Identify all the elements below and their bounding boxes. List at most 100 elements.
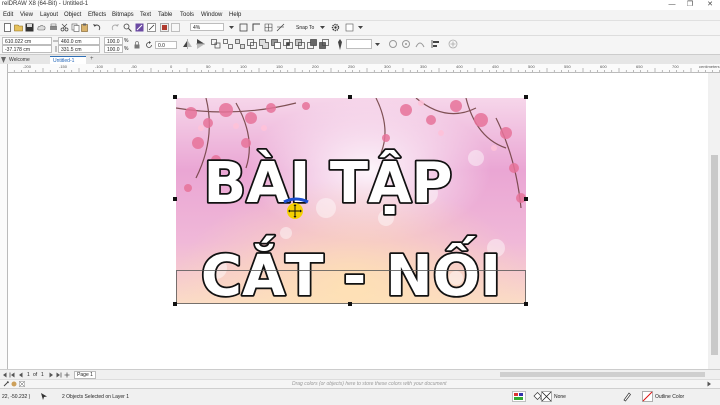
menu-layout[interactable]: Layout	[40, 12, 58, 18]
chevron-down-icon[interactable]	[318, 23, 327, 32]
horizontal-scroll-thumb[interactable]	[500, 372, 705, 377]
convert-curves-icon[interactable]	[415, 39, 425, 49]
back-minus-front-icon[interactable]	[319, 39, 329, 49]
save-icon[interactable]	[25, 23, 34, 32]
paste-icon[interactable]	[80, 23, 89, 32]
to-back-icon[interactable]	[401, 39, 411, 49]
current-page-number[interactable]: 1	[27, 372, 30, 378]
chevron-down-icon[interactable]	[227, 23, 236, 32]
outline-pen-icon[interactable]	[337, 39, 343, 50]
last-page-icon[interactable]	[56, 372, 62, 378]
group-icon[interactable]	[211, 39, 221, 49]
horizontal-ruler[interactable]: -200 -150 -100 -50 0 50 100 150 200 250 …	[7, 64, 720, 73]
rotate-icon	[146, 41, 152, 48]
weld-icon[interactable]	[259, 39, 269, 49]
selection-handle[interactable]	[173, 197, 177, 201]
cut-icon[interactable]	[60, 23, 69, 32]
previous-page-icon[interactable]	[18, 372, 24, 378]
selection-handle[interactable]	[173, 95, 177, 99]
eyedropper-icon[interactable]	[3, 381, 9, 387]
vertical-scroll-thumb[interactable]	[711, 155, 718, 355]
selection-handle[interactable]	[524, 95, 528, 99]
page-1-tab[interactable]: Page 1	[74, 371, 96, 379]
search-icon[interactable]	[123, 23, 132, 32]
first-page-icon[interactable]	[9, 372, 15, 378]
launch-icon[interactable]	[345, 23, 354, 32]
gear-icon[interactable]	[331, 23, 340, 32]
menu-text[interactable]: Text	[140, 12, 151, 18]
chevron-down-icon[interactable]	[374, 41, 381, 48]
export-icon[interactable]	[147, 23, 156, 32]
copy-icon[interactable]	[71, 23, 80, 32]
redo-icon[interactable]	[111, 23, 120, 32]
selection-handle[interactable]	[173, 302, 177, 306]
menu-table[interactable]: Table	[158, 12, 172, 18]
y-position-field[interactable]: -37.178 cm	[2, 45, 52, 53]
no-color-swatch-icon[interactable]	[19, 381, 25, 387]
minimize-button[interactable]: —	[666, 0, 678, 10]
menu-edit[interactable]: Edit	[3, 12, 13, 18]
restore-button[interactable]: ❐	[684, 0, 696, 10]
front-minus-back-icon[interactable]	[307, 39, 317, 49]
outline-width-field[interactable]	[346, 39, 372, 49]
vertical-ruler[interactable]	[0, 64, 8, 369]
menu-help[interactable]: Help	[229, 12, 241, 18]
publish-pdf-icon[interactable]	[160, 23, 169, 32]
ungroup-all-icon[interactable]	[235, 39, 245, 49]
align-distribute-icon[interactable]	[431, 39, 441, 49]
selected-bitmap[interactable]: BÀI TẬP CẮT - NỐI	[176, 98, 526, 304]
to-front-icon[interactable]	[388, 39, 398, 49]
width-field[interactable]: 460.0 cm	[58, 37, 100, 45]
cloud-icon[interactable]	[37, 23, 46, 32]
color-proof-icon[interactable]	[512, 391, 526, 402]
scale-width-field[interactable]: 100.0	[104, 37, 123, 45]
rulers-icon[interactable]	[252, 23, 261, 32]
chevron-down-icon[interactable]	[356, 23, 365, 32]
add-page-icon[interactable]	[64, 372, 70, 378]
simplify-icon[interactable]	[295, 39, 305, 49]
no-fill-swatch-icon[interactable]	[541, 391, 552, 402]
tab-untitled-1[interactable]: Untitled-1	[50, 56, 86, 64]
mirror-vertical-icon[interactable]	[196, 39, 205, 49]
menu-view[interactable]: View	[20, 12, 33, 18]
open-folder-icon[interactable]	[14, 23, 23, 32]
snap-to-dropdown[interactable]: Snap To	[296, 25, 314, 31]
selection-handle[interactable]	[348, 95, 352, 99]
combine-icon[interactable]	[247, 39, 257, 49]
new-document-icon[interactable]	[3, 23, 12, 32]
selection-handle[interactable]	[524, 197, 528, 201]
height-field[interactable]: 331.5 cm	[58, 45, 100, 53]
menu-object[interactable]: Object	[64, 12, 81, 18]
grid-icon[interactable]	[264, 23, 273, 32]
menu-effects[interactable]: Effects	[88, 12, 106, 18]
undo-icon[interactable]	[92, 23, 101, 32]
menu-tools[interactable]: Tools	[180, 12, 194, 18]
close-button[interactable]: ✕	[704, 0, 716, 10]
add-icon[interactable]	[448, 39, 458, 49]
selection-handle[interactable]	[524, 302, 528, 306]
outline-color-swatch-icon[interactable]	[642, 391, 653, 402]
app-launcher-icon[interactable]	[171, 23, 180, 32]
print-icon[interactable]	[49, 23, 58, 32]
menu-window[interactable]: Window	[201, 12, 222, 18]
menu-bitmaps[interactable]: Bitmaps	[112, 12, 134, 18]
guidelines-icon[interactable]	[276, 23, 285, 32]
mirror-horizontal-icon[interactable]	[183, 39, 192, 49]
palette-menu-icon[interactable]	[11, 381, 17, 387]
x-position-field[interactable]: 610.022 cm	[2, 37, 52, 45]
next-page-icon[interactable]	[48, 372, 54, 378]
scale-height-field[interactable]: 100.0	[104, 45, 123, 53]
full-screen-icon[interactable]	[239, 23, 248, 32]
trim-icon[interactable]	[271, 39, 281, 49]
ungroup-icon[interactable]	[223, 39, 233, 49]
zoom-level-field[interactable]: 4%	[190, 23, 224, 31]
scroll-left-icon[interactable]	[2, 372, 8, 378]
scroll-right-icon[interactable]	[706, 381, 712, 387]
selection-handle[interactable]	[348, 302, 352, 306]
intersect-icon[interactable]	[283, 39, 293, 49]
tab-welcome-screen[interactable]: Welcome Screen	[6, 56, 49, 71]
lock-ratio-icon[interactable]	[133, 41, 141, 49]
add-tab-button[interactable]: +	[90, 56, 94, 62]
rotation-angle-field[interactable]: 0.0	[155, 41, 177, 49]
import-icon[interactable]	[135, 23, 144, 32]
